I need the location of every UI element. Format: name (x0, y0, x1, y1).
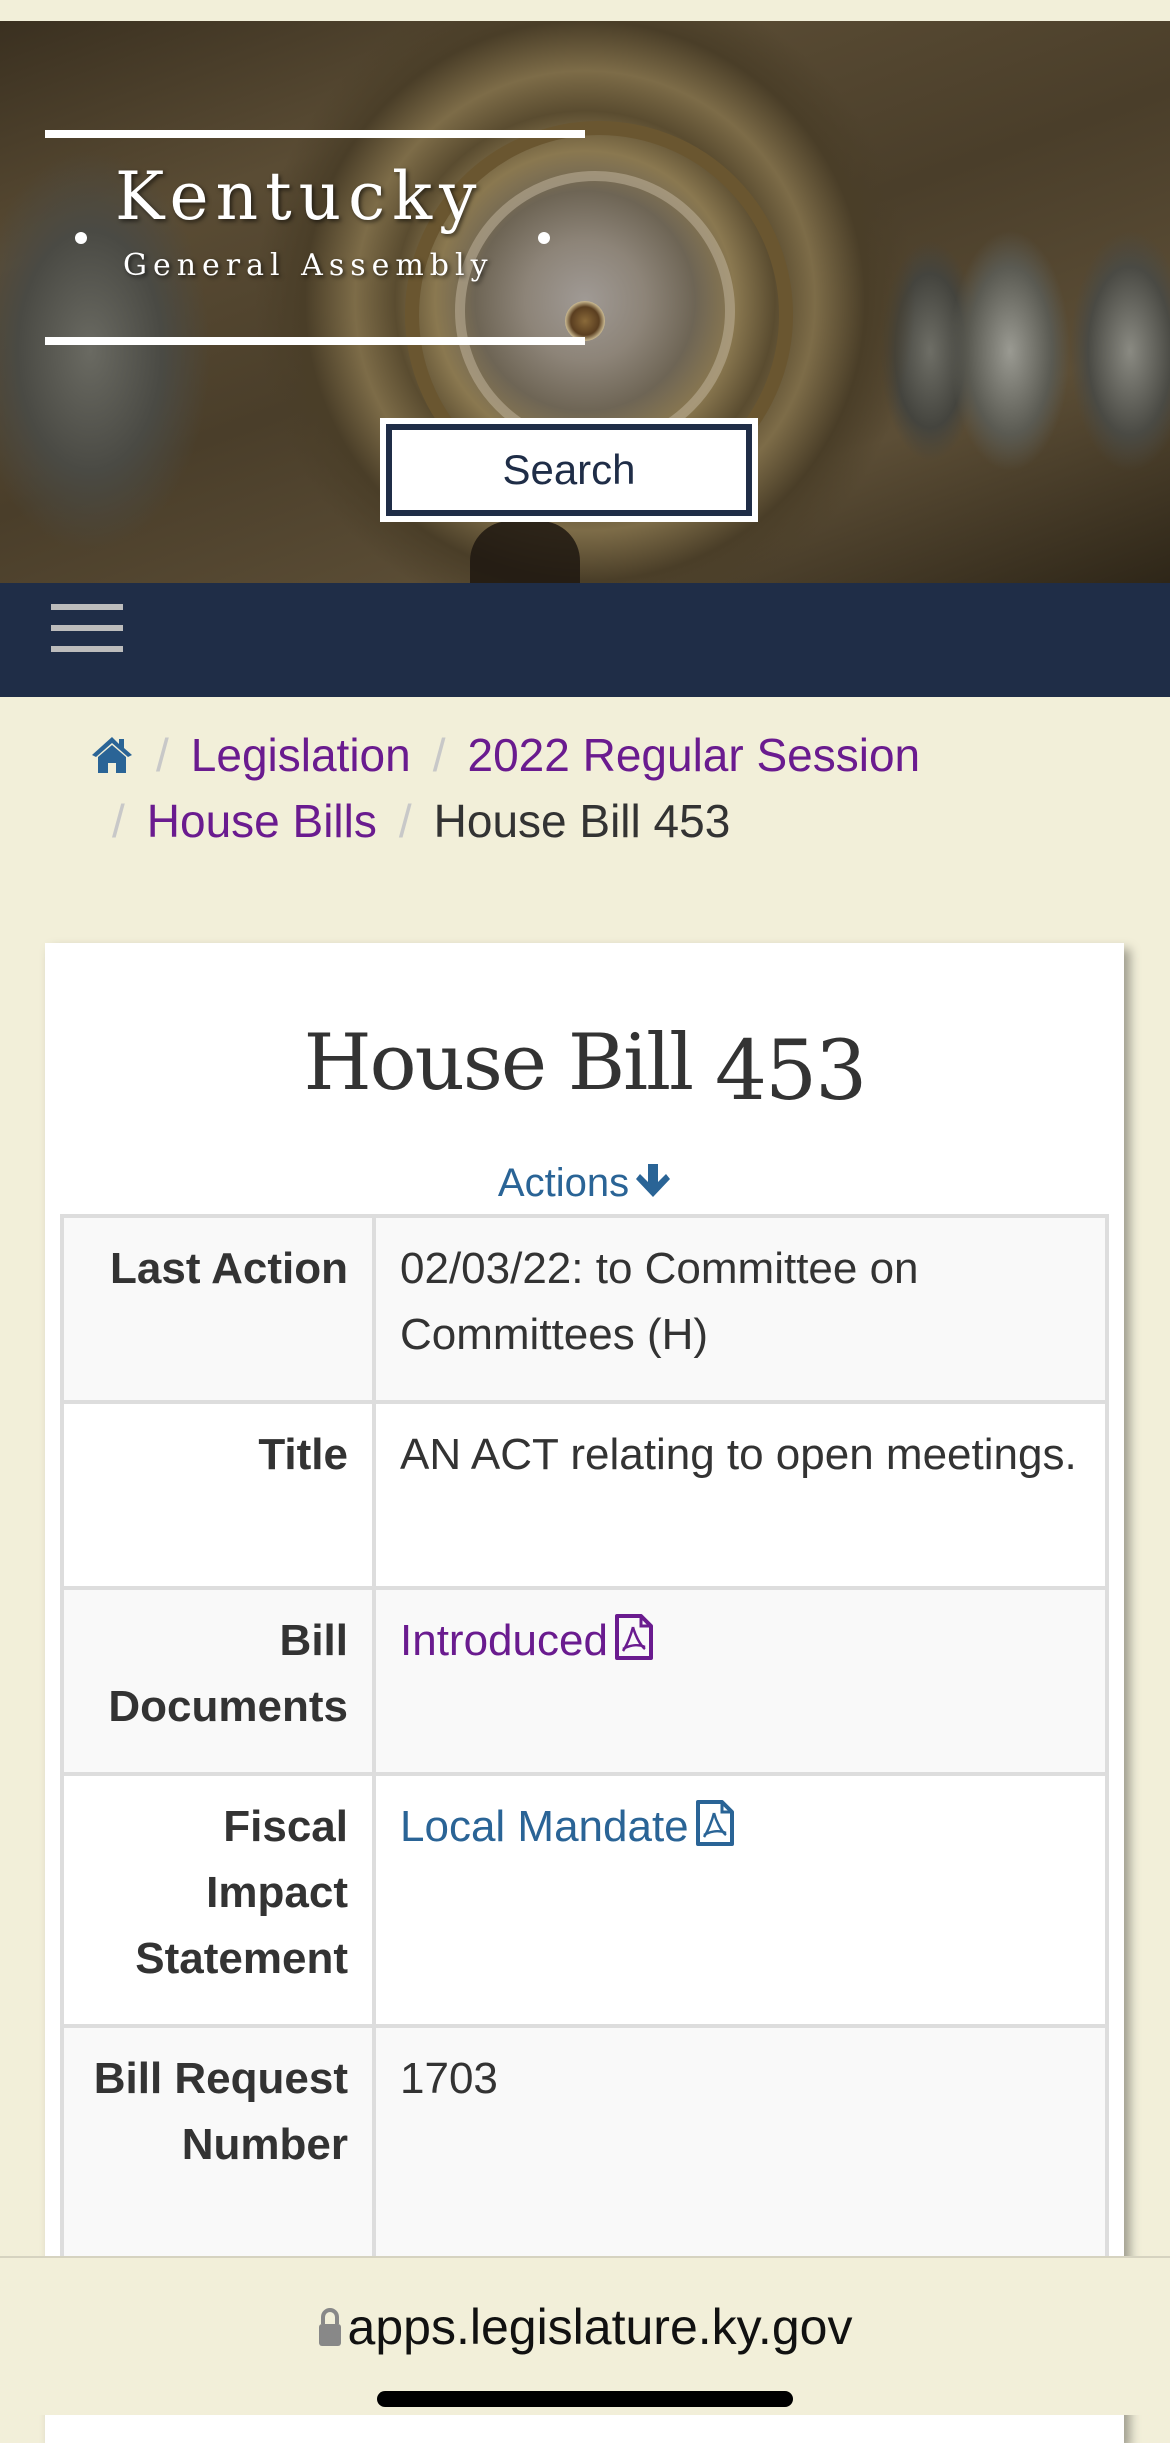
breadcrumb: / Legislation / 2022 Regular Session / House … (90, 722, 1100, 854)
breadcrumb-separator: / (112, 795, 125, 847)
pdf-icon (695, 1800, 734, 1846)
logo-dot-left (75, 232, 87, 244)
logo-subtitle: General Assembly (123, 248, 494, 283)
table-row: Last Action 02/03/22: to Committee on Co… (60, 1214, 1109, 1404)
bill-title-prefix: House Bill (303, 1018, 694, 1108)
row-label-title: Title (60, 1400, 376, 1590)
logo-dot-right (538, 232, 550, 244)
hamburger-menu-icon[interactable] (51, 604, 123, 652)
row-value-bill-documents: Introduced (372, 1586, 1109, 1776)
introduced-document-link[interactable]: Introduced (400, 1614, 654, 1665)
actions-label: Actions (497, 1161, 630, 1205)
breadcrumb-session[interactable]: 2022 Regular Session (468, 729, 921, 781)
row-label-bill-request-number: Bill Request Number (60, 2024, 376, 2280)
home-indicator[interactable] (377, 2391, 793, 2407)
url-display[interactable]: apps.legislature.ky.gov (0, 2298, 1170, 2356)
row-label-last-action: Last Action (60, 1214, 376, 1404)
table-row: Bill Documents Introduced (60, 1586, 1109, 1776)
breadcrumb-legislation[interactable]: Legislation (191, 729, 411, 781)
lock-icon (318, 2308, 341, 2346)
bill-card: House Bill 453 Actions Last Action 02/03… (45, 943, 1124, 2443)
table-row: Bill Request Number 1703 (60, 2024, 1109, 2280)
logo-top-rule (45, 130, 585, 138)
navigation-bar (0, 583, 1170, 697)
bill-number: 453 (714, 1024, 868, 1119)
home-icon (92, 737, 132, 773)
hamburger-line (51, 646, 123, 652)
breadcrumb-separator: / (398, 795, 412, 847)
breadcrumb-house-bills[interactable]: House Bills (147, 795, 377, 847)
pdf-icon (614, 1614, 653, 1660)
breadcrumb-separator: / (432, 729, 446, 781)
row-value-last-action: 02/03/22: to Committee on Committees (H) (372, 1214, 1109, 1404)
row-value-title: AN ACT relating to open meetings. (372, 1400, 1109, 1590)
arrow-down-icon (636, 1164, 671, 1197)
logo-bottom-rule (45, 337, 585, 345)
breadcrumb-home[interactable] (90, 729, 134, 781)
hamburger-line (51, 625, 123, 631)
url-text: apps.legislature.ky.gov (347, 2299, 853, 2355)
search-button-label: Search (386, 424, 752, 516)
row-label-bill-documents: Bill Documents (60, 1586, 376, 1776)
statue-silhouette (470, 521, 580, 583)
row-value-bill-request-number: 1703 (372, 2024, 1109, 2280)
local-mandate-label: Local Mandate (400, 1802, 689, 1851)
hamburger-line (51, 604, 123, 610)
browser-address-bar[interactable]: apps.legislature.ky.gov (0, 2256, 1170, 2415)
row-value-fiscal-impact: Local Mandate (372, 1772, 1109, 2028)
logo-title: Kentucky (115, 158, 484, 235)
search-button[interactable]: Search (380, 418, 758, 522)
row-label-fiscal-impact: Fiscal Impact Statement (60, 1772, 376, 2028)
bill-info-table: Last Action 02/03/22: to Committee on Co… (60, 1214, 1109, 2280)
table-row: Fiscal Impact Statement Local Mandate (60, 1772, 1109, 2028)
breadcrumb-separator: / (156, 729, 169, 781)
local-mandate-link[interactable]: Local Mandate (400, 1800, 735, 1851)
site-logo[interactable]: Kentucky General Assembly (45, 130, 585, 345)
actions-link[interactable]: Actions (45, 1161, 1124, 1206)
status-bar-area (0, 0, 1170, 21)
breadcrumb-current: House Bill 453 (433, 795, 731, 847)
introduced-link-label: Introduced (400, 1616, 608, 1665)
table-row: Title AN ACT relating to open meetings. (60, 1400, 1109, 1590)
page-title: House Bill 453 (45, 1018, 1124, 1119)
